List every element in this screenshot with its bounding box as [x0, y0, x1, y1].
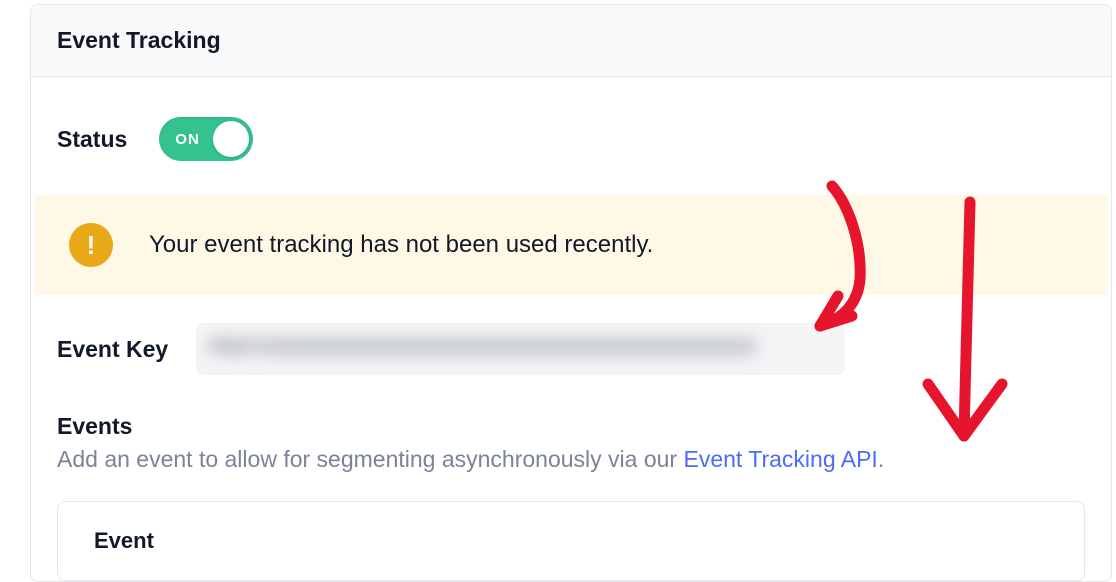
- toggle-knob: [213, 121, 249, 157]
- event-key-value-redacted[interactable]: [196, 323, 845, 375]
- events-table: Event: [57, 501, 1085, 581]
- events-desc-suffix: .: [878, 446, 884, 472]
- status-label: Status: [57, 126, 127, 153]
- panel-header: Event Tracking: [31, 5, 1111, 77]
- event-key-row: Event Key: [57, 323, 1085, 375]
- status-toggle[interactable]: ON: [159, 117, 253, 161]
- event-key-label: Event Key: [57, 336, 168, 363]
- status-row: Status ON: [57, 117, 1085, 161]
- event-column-header: Event: [94, 528, 1048, 554]
- events-heading: Events: [57, 413, 1085, 440]
- events-desc-prefix: Add an event to allow for segmenting asy…: [57, 446, 683, 472]
- event-tracking-api-link[interactable]: Event Tracking API: [683, 446, 877, 472]
- panel-title: Event Tracking: [57, 27, 1085, 54]
- toggle-state-label: ON: [175, 131, 200, 148]
- warning-alert: ! Your event tracking has not been used …: [35, 195, 1107, 295]
- warning-message: Your event tracking has not been used re…: [149, 231, 653, 259]
- panel-body: Status ON ! Your event tracking has not …: [31, 77, 1111, 581]
- event-tracking-panel: Event Tracking Status ON ! Your event tr…: [30, 4, 1112, 582]
- events-description: Add an event to allow for segmenting asy…: [57, 446, 1085, 473]
- warning-icon: !: [69, 223, 113, 267]
